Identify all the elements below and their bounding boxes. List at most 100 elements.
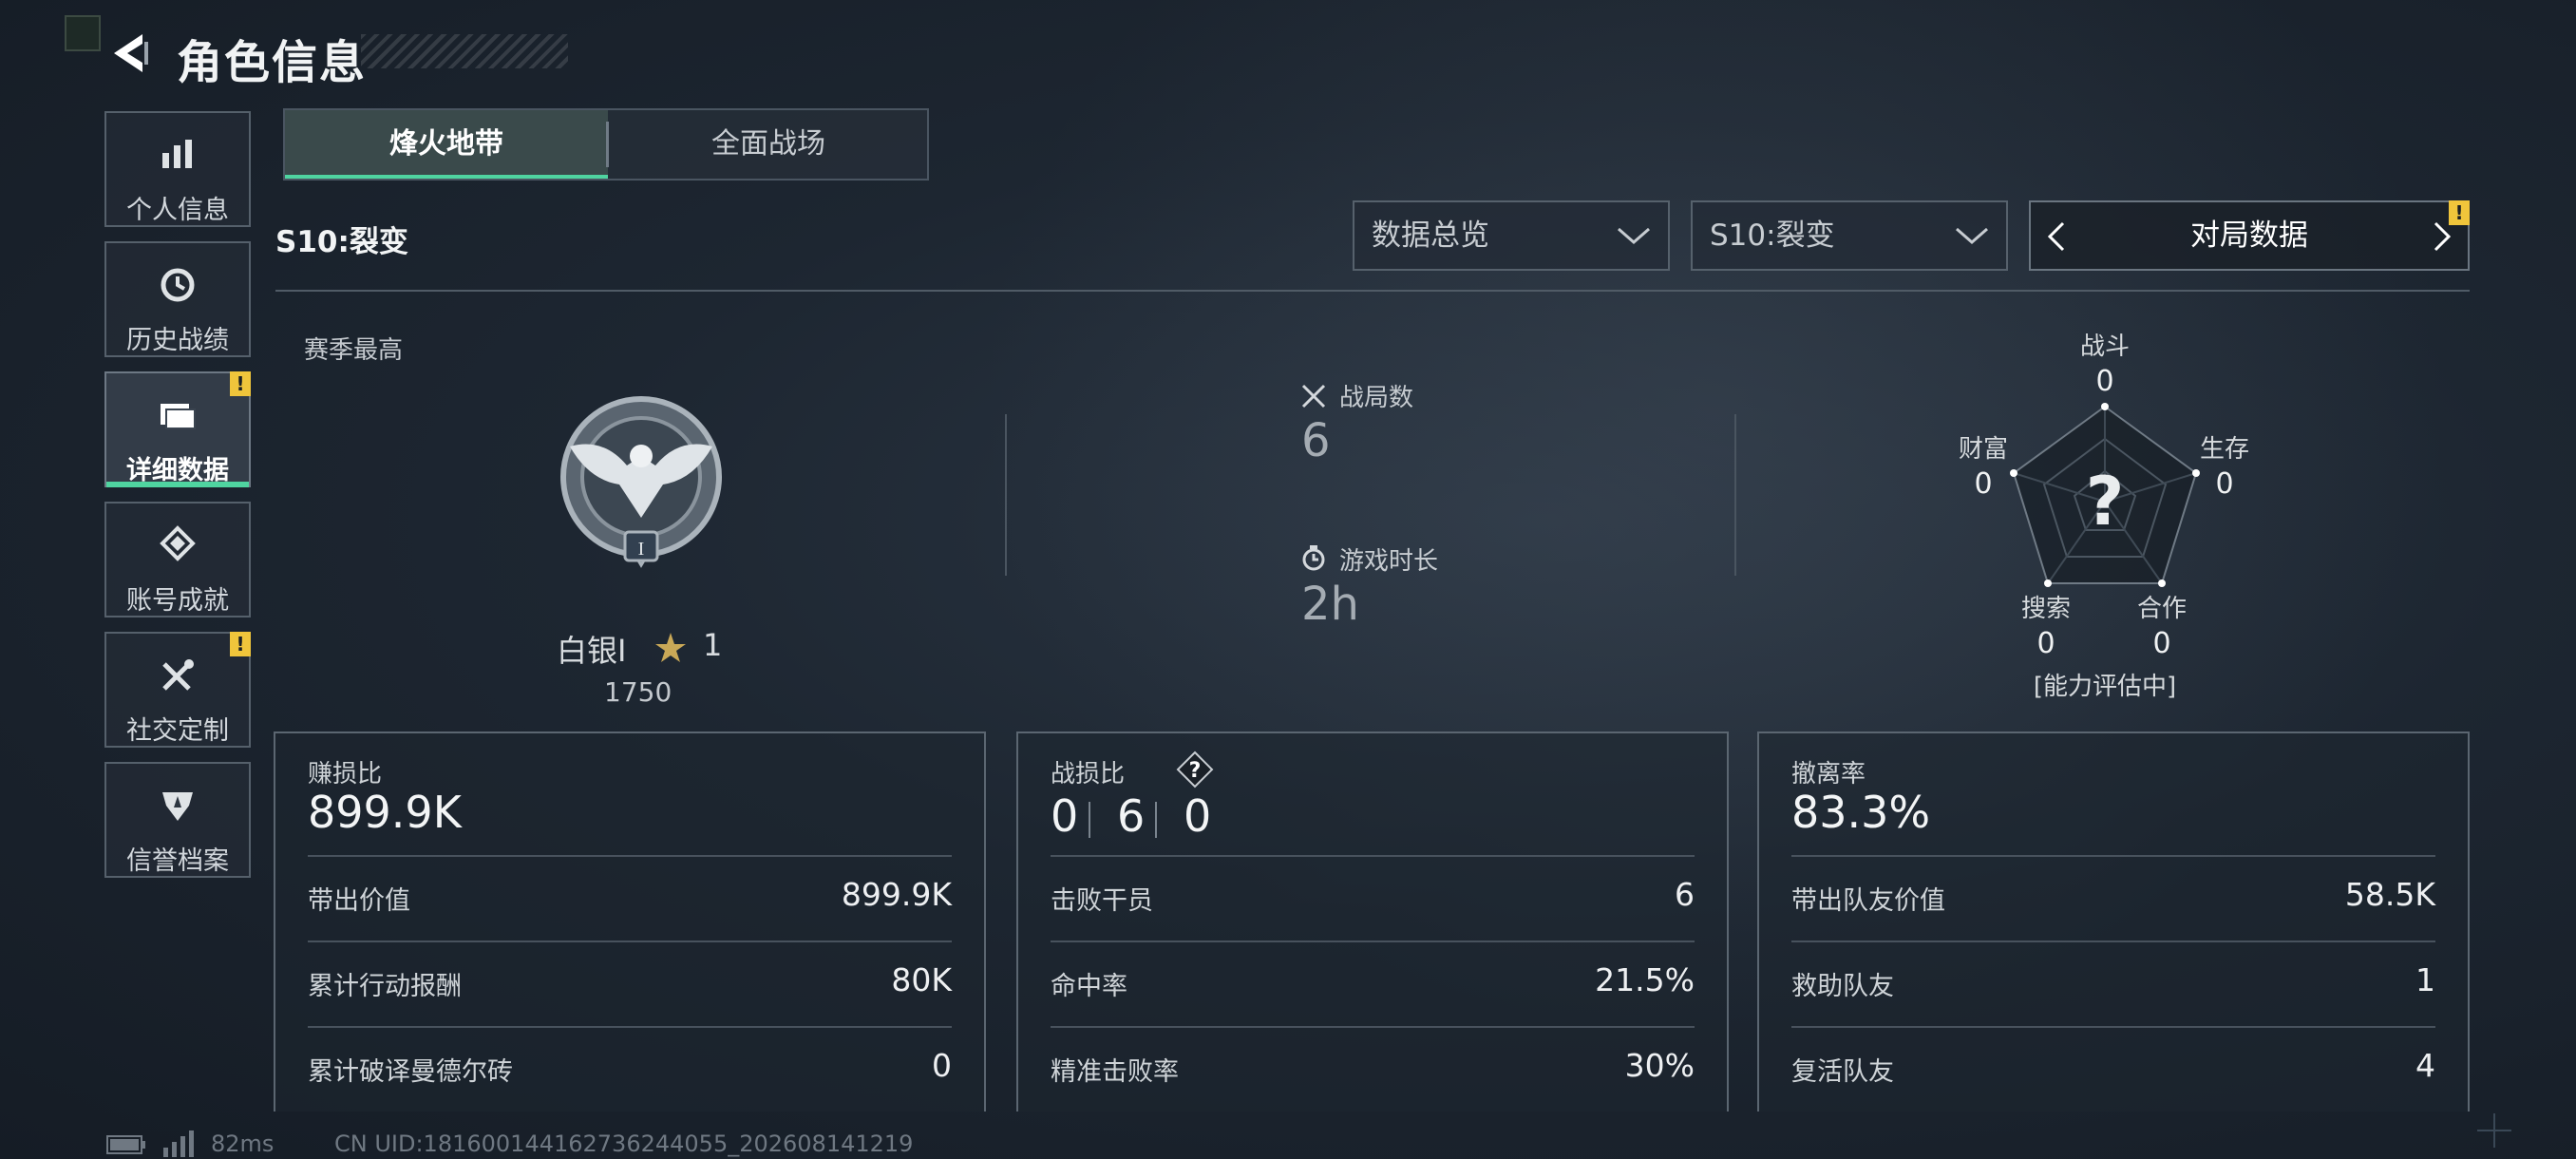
radar-wealth-label: 财富 (1958, 435, 2008, 464)
radar-combat-value: 0 (2095, 365, 2114, 398)
combat-card: 战损比 ? 060 击败干员 6 命中率 21.5% 精准击败率 30% (1016, 732, 1729, 1112)
card-row: 救助队友 1 (1791, 940, 2435, 1028)
card-title: 战损比 (1051, 760, 1126, 788)
matches-label: 战局数 (1339, 384, 1414, 412)
sidebar-item-personal-info[interactable]: 个人信息 (104, 111, 251, 227)
page-title: 角色信息 (177, 36, 368, 89)
help-icon[interactable]: ? (1176, 750, 1214, 788)
card-row: 带出队友价值 58.5K (1791, 855, 2435, 942)
back-arrow-icon[interactable] (106, 28, 148, 78)
card-row: 累计破译曼德尔砖 0 (308, 1026, 952, 1113)
radar-status: [能力评估中] (2033, 673, 2177, 701)
credit-shield-icon (162, 792, 193, 821)
matches-value: 6 (1301, 414, 1331, 467)
help-mark: ? (1189, 759, 1202, 783)
radar-coop-label: 合作 (2136, 595, 2187, 623)
dropdown-value: 数据总览 (1372, 218, 1489, 253)
season-dropdown[interactable]: S10:裂变 (1691, 200, 2008, 271)
card-row: 复活队友 4 (1791, 1026, 2435, 1113)
row-label: 累计行动报酬 (308, 972, 462, 1001)
row-label: 复活队友 (1791, 1057, 1894, 1087)
kda-deaths: 6 (1117, 790, 1146, 842)
kda-divider (1089, 801, 1090, 838)
active-indicator (106, 482, 249, 487)
row-label: 救助队友 (1791, 972, 1894, 1001)
divider (1734, 414, 1736, 576)
sidebar-item-detailed-data[interactable]: 详细数据 ! (104, 371, 251, 487)
tab-divider (606, 122, 609, 167)
tab-warzone[interactable]: 烽火地带 (285, 110, 608, 179)
tools-icon (162, 659, 194, 691)
row-label: 击败干员 (1051, 886, 1153, 916)
folder-icon (161, 404, 196, 429)
radar-search-value: 0 (2036, 627, 2055, 660)
rank-stars: 1 (703, 627, 723, 663)
sidebar-item-label: 账号成就 (126, 586, 229, 616)
row-value: 80K (891, 961, 952, 998)
clock-icon (161, 268, 195, 302)
card-title: 撤离率 (1791, 760, 1866, 788)
signal-icon (163, 1130, 194, 1157)
season-best-label: 赛季最高 (304, 336, 404, 365)
ping-value: 82ms (211, 1130, 275, 1157)
row-value: 30% (1624, 1047, 1695, 1084)
card-row: 精准击败率 30% (1051, 1026, 1695, 1113)
notification-badge: ! (230, 632, 251, 656)
radar-center-mark: ? (2086, 463, 2125, 541)
rank-score: 1750 (604, 676, 672, 708)
kda-assists: 0 (1184, 790, 1212, 842)
radar-coop-value: 0 (2152, 627, 2171, 660)
emblem-numeral: I (638, 539, 645, 560)
crossed-swords-icon (1301, 384, 1326, 408)
card-value: 899.9K (308, 787, 462, 838)
chevron-down-icon (1618, 227, 1650, 244)
notification-badge: ! (230, 371, 251, 396)
card-row: 击败干员 6 (1051, 855, 1695, 942)
star-icon (655, 633, 686, 662)
sidebar-item-achievements[interactable]: 账号成就 (104, 502, 251, 618)
card-title: 赚损比 (308, 760, 383, 788)
kda-kills: 0 (1051, 790, 1079, 842)
row-label: 精准击败率 (1051, 1057, 1179, 1087)
season-title: S10:裂变 (275, 225, 408, 259)
row-label: 累计破译曼德尔砖 (308, 1057, 513, 1087)
row-value: 58.5K (2344, 876, 2435, 913)
mode-tabs: 烽火地带 全面战场 (283, 108, 929, 180)
extract-card: 撤离率 83.3% 带出队友价值 58.5K 救助队友 1 复活队友 4 (1757, 732, 2470, 1112)
sidebar-item-credit[interactable]: 信誉档案 (104, 762, 251, 878)
sidebar-item-label: 个人信息 (126, 196, 229, 225)
achievement-icon (160, 525, 196, 561)
radar-survival-value: 0 (2215, 467, 2234, 501)
switcher-label: 对局数据 (2190, 218, 2308, 253)
overview-dropdown[interactable]: 数据总览 (1353, 200, 1670, 271)
data-type-switcher: 对局数据 ! (2029, 200, 2470, 271)
radar-survival-label: 生存 (2199, 435, 2249, 464)
sidebar-item-social[interactable]: 社交定制 ! (104, 632, 251, 748)
sidebar-item-label: 社交定制 (126, 716, 229, 746)
row-label: 命中率 (1051, 972, 1127, 1001)
kda-divider (1155, 801, 1157, 838)
playtime-value: 2h (1301, 578, 1359, 631)
kda-values: 060 (1051, 790, 1222, 842)
tab-full-battlefield[interactable]: 全面战场 (610, 110, 927, 179)
row-value: 21.5% (1595, 961, 1695, 998)
profit-card: 赚损比 899.9K 带出价值 899.9K 累计行动报酬 80K 累计破译曼德… (274, 732, 986, 1112)
bar-chart-icon (162, 140, 192, 168)
radar-wealth-value: 0 (1974, 467, 1993, 501)
dropdown-value: S10:裂变 (1710, 218, 1835, 253)
divider (1005, 414, 1007, 576)
uid-text: CN UID:18160014416273624405​5_2026081412… (334, 1130, 914, 1157)
card-row: 累计行动报酬 80K (308, 940, 952, 1028)
card-row: 命中率 21.5% (1051, 940, 1695, 1028)
crosshair-icon (2477, 1113, 2511, 1148)
radar-search-label: 搜索 (2020, 595, 2071, 623)
stopwatch-icon (1302, 545, 1325, 571)
row-label: 带出队友价值 (1791, 886, 1945, 916)
sidebar-item-history[interactable]: 历史战绩 (104, 241, 251, 357)
row-value: 1 (2415, 961, 2435, 998)
divider (275, 290, 2470, 292)
title-decoration (361, 34, 568, 68)
row-value: 6 (1675, 876, 1695, 913)
corner-marker (65, 15, 101, 51)
ability-radar-chart: ? (2010, 403, 2200, 587)
